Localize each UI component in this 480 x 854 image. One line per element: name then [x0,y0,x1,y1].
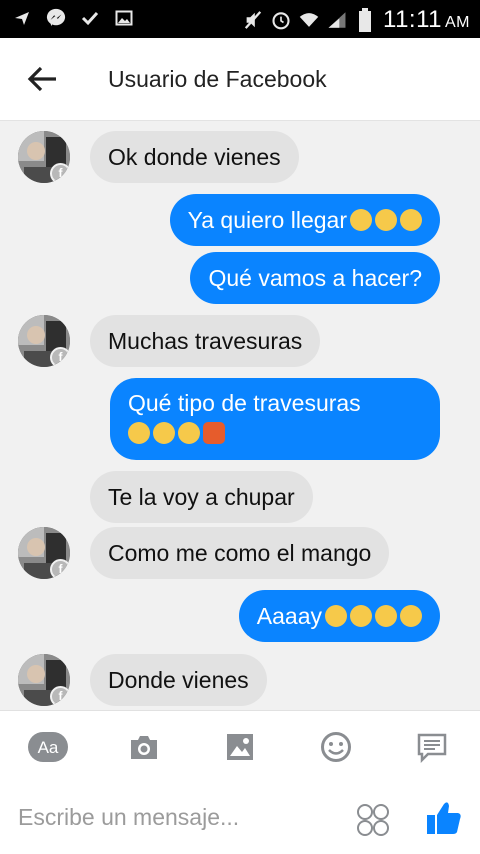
thumbs-up-icon[interactable] [424,798,464,838]
facebook-badge-icon: f [50,163,70,183]
quick-reply-icon[interactable] [414,729,450,765]
status-bar: 11:11 AM [0,0,480,38]
message-list[interactable]: f Ok donde vienes Ya quiero llegar Qué v… [0,121,480,710]
camera-icon[interactable] [126,729,162,765]
facebook-badge-icon: f [50,347,70,367]
heart-eyes-emoji-icon [153,422,175,444]
heart-eyes-emoji-icon [400,605,422,627]
heart-eyes-emoji-icon [375,209,397,231]
mute-icon [243,9,263,31]
avatar[interactable]: f [18,654,70,706]
grin-emoji-icon [178,422,200,444]
avatar[interactable]: f [18,527,70,579]
facebook-badge-icon: f [50,559,70,579]
heart-eyes-emoji-icon [350,209,372,231]
message-bubble[interactable]: Qué vamos a hacer? [190,252,440,304]
devil-emoji-icon [203,422,225,444]
messenger-icon [46,7,66,29]
alarm-icon [271,9,291,31]
battery-icon [355,8,375,32]
message-input[interactable]: Escribe un mensaje... [18,804,239,831]
svg-text:Aa: Aa [38,738,59,757]
facebook-badge-icon: f [50,686,70,706]
signal-icon [327,9,347,31]
message-bubble[interactable]: Ok donde vienes [90,131,299,183]
message-bubble[interactable]: Te la voy a chupar [90,471,313,523]
message-bubble[interactable]: Aaaay [238,590,440,642]
avatar[interactable]: f [18,315,70,367]
wifi-icon [299,9,319,31]
message-bubble[interactable]: Ya quiero llegar [169,194,440,246]
smiley-icon[interactable] [318,729,354,765]
message-bubble[interactable]: Qué tipo de travesuras [110,378,440,460]
message-bubble[interactable]: Muchas travesuras [90,315,321,367]
message-bubble[interactable]: Donde vienes [90,654,267,706]
tongue-out-emoji-icon [350,605,372,627]
tongue-out-emoji-icon [375,605,397,627]
gallery-icon[interactable] [222,729,258,765]
emoji-picker-icon[interactable] [355,802,391,838]
conversation-title: Usuario de Facebook [108,66,327,92]
check-icon [80,7,100,29]
send-arrow-icon [12,7,32,29]
message-bubble[interactable]: Como me como el mango [90,527,390,579]
composer: Escribe un mensaje... [0,782,480,854]
avatar[interactable]: f [18,131,70,183]
conversation-header: Usuario de Facebook [0,38,480,121]
text-format-button[interactable]: Aa [28,729,68,765]
composer-toolbar: Aa [0,710,480,783]
clock: 11:11 AM [383,6,470,33]
image-icon [114,7,134,29]
tongue-out-emoji-icon [325,605,347,627]
heart-eyes-emoji-icon [128,422,150,444]
arrow-left-icon[interactable] [26,64,60,94]
heart-eyes-emoji-icon [400,209,422,231]
